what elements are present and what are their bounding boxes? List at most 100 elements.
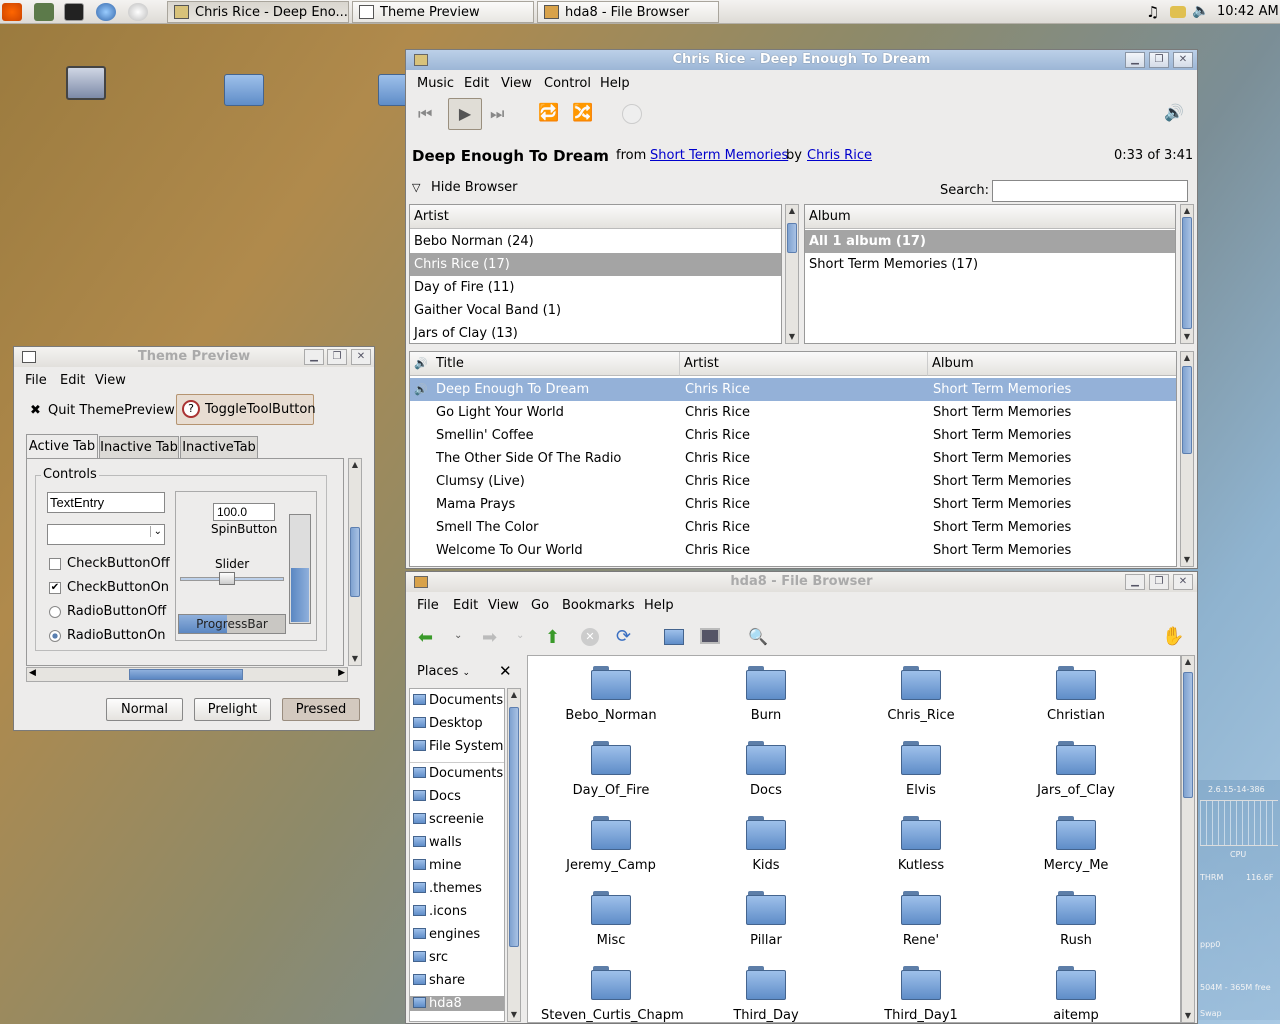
- home-folder-icon[interactable]: [224, 74, 264, 106]
- shuffle-icon[interactable]: 🔀: [572, 103, 593, 123]
- taskbar-item-files[interactable]: hda8 - File Browser: [537, 1, 719, 23]
- forward-history-icon[interactable]: ⌄: [516, 630, 524, 641]
- sidebar-item[interactable]: Desktop: [413, 716, 483, 731]
- table-row[interactable]: Welcome To Our World Chris Rice Short Term…: [410, 539, 1176, 562]
- title-bar[interactable]: Chris Rice - Deep Enough To Dream: [406, 50, 1197, 70]
- minimize-button[interactable]: ▁: [304, 349, 324, 365]
- album-link[interactable]: Short Term Memories: [650, 148, 788, 163]
- sidebar-item[interactable]: screenie: [413, 812, 484, 827]
- folder-item[interactable]: Misc: [541, 889, 681, 959]
- folder-item[interactable]: Steven_Curtis_Chapm: [541, 964, 684, 1022]
- main-menu-icon[interactable]: [2, 3, 22, 21]
- folder-item[interactable]: Pillar: [696, 889, 836, 959]
- home-icon[interactable]: [664, 629, 684, 645]
- sidebar-item[interactable]: .themes: [413, 881, 482, 896]
- maximize-button[interactable]: ❐: [1149, 574, 1169, 590]
- folder-item[interactable]: Rush: [1006, 889, 1146, 959]
- browser-icon[interactable]: [96, 3, 116, 21]
- previous-icon[interactable]: ⏮: [418, 104, 432, 124]
- close-sidebar-icon[interactable]: ✕: [499, 662, 512, 680]
- menu-view[interactable]: View: [488, 598, 519, 613]
- menu-file[interactable]: File: [417, 598, 439, 613]
- quit-button[interactable]: Quit ThemePreview!: [48, 403, 180, 418]
- menu-help[interactable]: Help: [644, 598, 674, 613]
- sidebar-item[interactable]: src: [413, 950, 448, 965]
- folder-item[interactable]: Day_Of_Fire: [541, 739, 681, 809]
- slider-handle[interactable]: [218, 572, 235, 585]
- table-row[interactable]: Go Light Your World Chris Rice Short Term …: [410, 401, 1176, 424]
- table-row[interactable]: Mama Prays Chris Rice Short Term Memories: [410, 493, 1176, 516]
- back-history-icon[interactable]: ⌄: [454, 630, 462, 641]
- up-icon[interactable]: ⬆: [545, 627, 560, 648]
- stop-icon[interactable]: ✕: [581, 628, 599, 646]
- menu-music[interactable]: Music: [417, 76, 454, 91]
- clock[interactable]: 10:42 AM: [1217, 4, 1279, 19]
- reload-icon[interactable]: ⟳: [616, 626, 631, 647]
- menu-edit[interactable]: Edit: [453, 598, 478, 613]
- clock-app-icon[interactable]: [128, 3, 148, 21]
- collapse-triangle-icon[interactable]: ▽: [412, 181, 420, 194]
- table-row[interactable]: Clumsy (Live) Chris Rice Short Term Memori…: [410, 470, 1176, 493]
- launcher-icon[interactable]: [34, 3, 54, 21]
- normal-button[interactable]: Normal: [106, 698, 183, 721]
- table-row[interactable]: The Other Side Of The Radio Chris Rice Sho…: [410, 447, 1176, 470]
- pressed-button[interactable]: Pressed: [282, 698, 360, 721]
- terminal-icon[interactable]: [64, 3, 84, 21]
- checkbox-off[interactable]: [49, 558, 61, 570]
- sidebar-item[interactable]: .icons: [413, 904, 467, 919]
- sidebar-item[interactable]: share: [413, 973, 465, 988]
- title-column-header[interactable]: Title: [410, 352, 679, 376]
- menu-control[interactable]: Control: [544, 76, 591, 91]
- radio-on[interactable]: [49, 630, 61, 642]
- folder-item[interactable]: Chris_Rice: [851, 664, 991, 734]
- computer-icon[interactable]: [700, 628, 720, 644]
- search-input[interactable]: [992, 180, 1188, 202]
- menu-edit[interactable]: Edit: [464, 76, 489, 91]
- album-column-header[interactable]: Album: [805, 205, 1175, 229]
- menu-bookmarks[interactable]: Bookmarks: [562, 598, 635, 613]
- sidebar-item[interactable]: mine: [413, 858, 462, 873]
- sidebar-item[interactable]: hda8: [410, 996, 504, 1011]
- album-column-header[interactable]: Album: [927, 352, 1176, 376]
- list-item[interactable]: Chris Rice (17): [410, 253, 781, 276]
- folder-scrollbar[interactable]: ▲ ▼: [1181, 655, 1195, 1023]
- computer-icon[interactable]: [66, 66, 106, 100]
- folder-item[interactable]: Jars_of_Clay: [1006, 739, 1146, 809]
- list-item[interactable]: All 1 album (17): [805, 230, 1175, 253]
- folder-item[interactable]: Kutless: [851, 814, 991, 884]
- artist-column-header[interactable]: Artist: [410, 205, 781, 229]
- title-bar[interactable]: hda8 - File Browser: [406, 572, 1197, 592]
- maximize-button[interactable]: ❐: [1149, 52, 1169, 68]
- sidebar-item[interactable]: File System: [413, 739, 503, 754]
- back-icon[interactable]: ⬅: [418, 627, 433, 648]
- sidebar-item[interactable]: Docs: [413, 789, 461, 804]
- forward-icon[interactable]: ➡: [482, 627, 497, 648]
- table-row[interactable]: Smell The Color Chris Rice Short Term Memo…: [410, 516, 1176, 539]
- menu-go[interactable]: Go: [531, 598, 549, 613]
- search-icon[interactable]: 🔍: [748, 627, 768, 646]
- taskbar-item-player[interactable]: Chris Rice - Deep Eno...: [167, 1, 349, 23]
- table-row[interactable]: Smellin' Coffee Chris Rice Short Term Memo…: [410, 424, 1176, 447]
- horizontal-scrollbar[interactable]: ◀ ▶: [26, 667, 348, 682]
- menu-edit[interactable]: Edit: [60, 373, 85, 388]
- folder-item[interactable]: Rene': [851, 889, 991, 959]
- vertical-scale[interactable]: [289, 514, 311, 624]
- volume-icon[interactable]: 🔈: [1192, 3, 1209, 19]
- taskbar-item-theme[interactable]: Theme Preview: [352, 1, 534, 23]
- folder-item[interactable]: Jeremy_Camp: [541, 814, 681, 884]
- places-dropdown[interactable]: Places ⌄: [417, 664, 470, 679]
- sidebar-scrollbar[interactable]: ▲ ▼: [507, 688, 521, 1022]
- folder-item[interactable]: Third_Day: [696, 964, 836, 1022]
- repeat-icon[interactable]: 🔁: [538, 103, 559, 123]
- menu-view[interactable]: View: [95, 373, 126, 388]
- folder-item[interactable]: Bebo_Norman: [541, 664, 681, 734]
- combo-box[interactable]: ⌄: [47, 524, 165, 545]
- artist-scrollbar[interactable]: ▲ ▼: [785, 204, 799, 344]
- radio-off[interactable]: [49, 606, 61, 618]
- hide-browser-toggle[interactable]: Hide Browser: [431, 180, 517, 195]
- minimize-button[interactable]: ▁: [1125, 52, 1145, 68]
- next-icon[interactable]: ⏭: [490, 104, 504, 124]
- folder-item[interactable]: aitemp: [1006, 964, 1146, 1022]
- sidebar-item[interactable]: walls: [413, 835, 462, 850]
- album-scrollbar[interactable]: ▲ ▼: [1180, 204, 1194, 344]
